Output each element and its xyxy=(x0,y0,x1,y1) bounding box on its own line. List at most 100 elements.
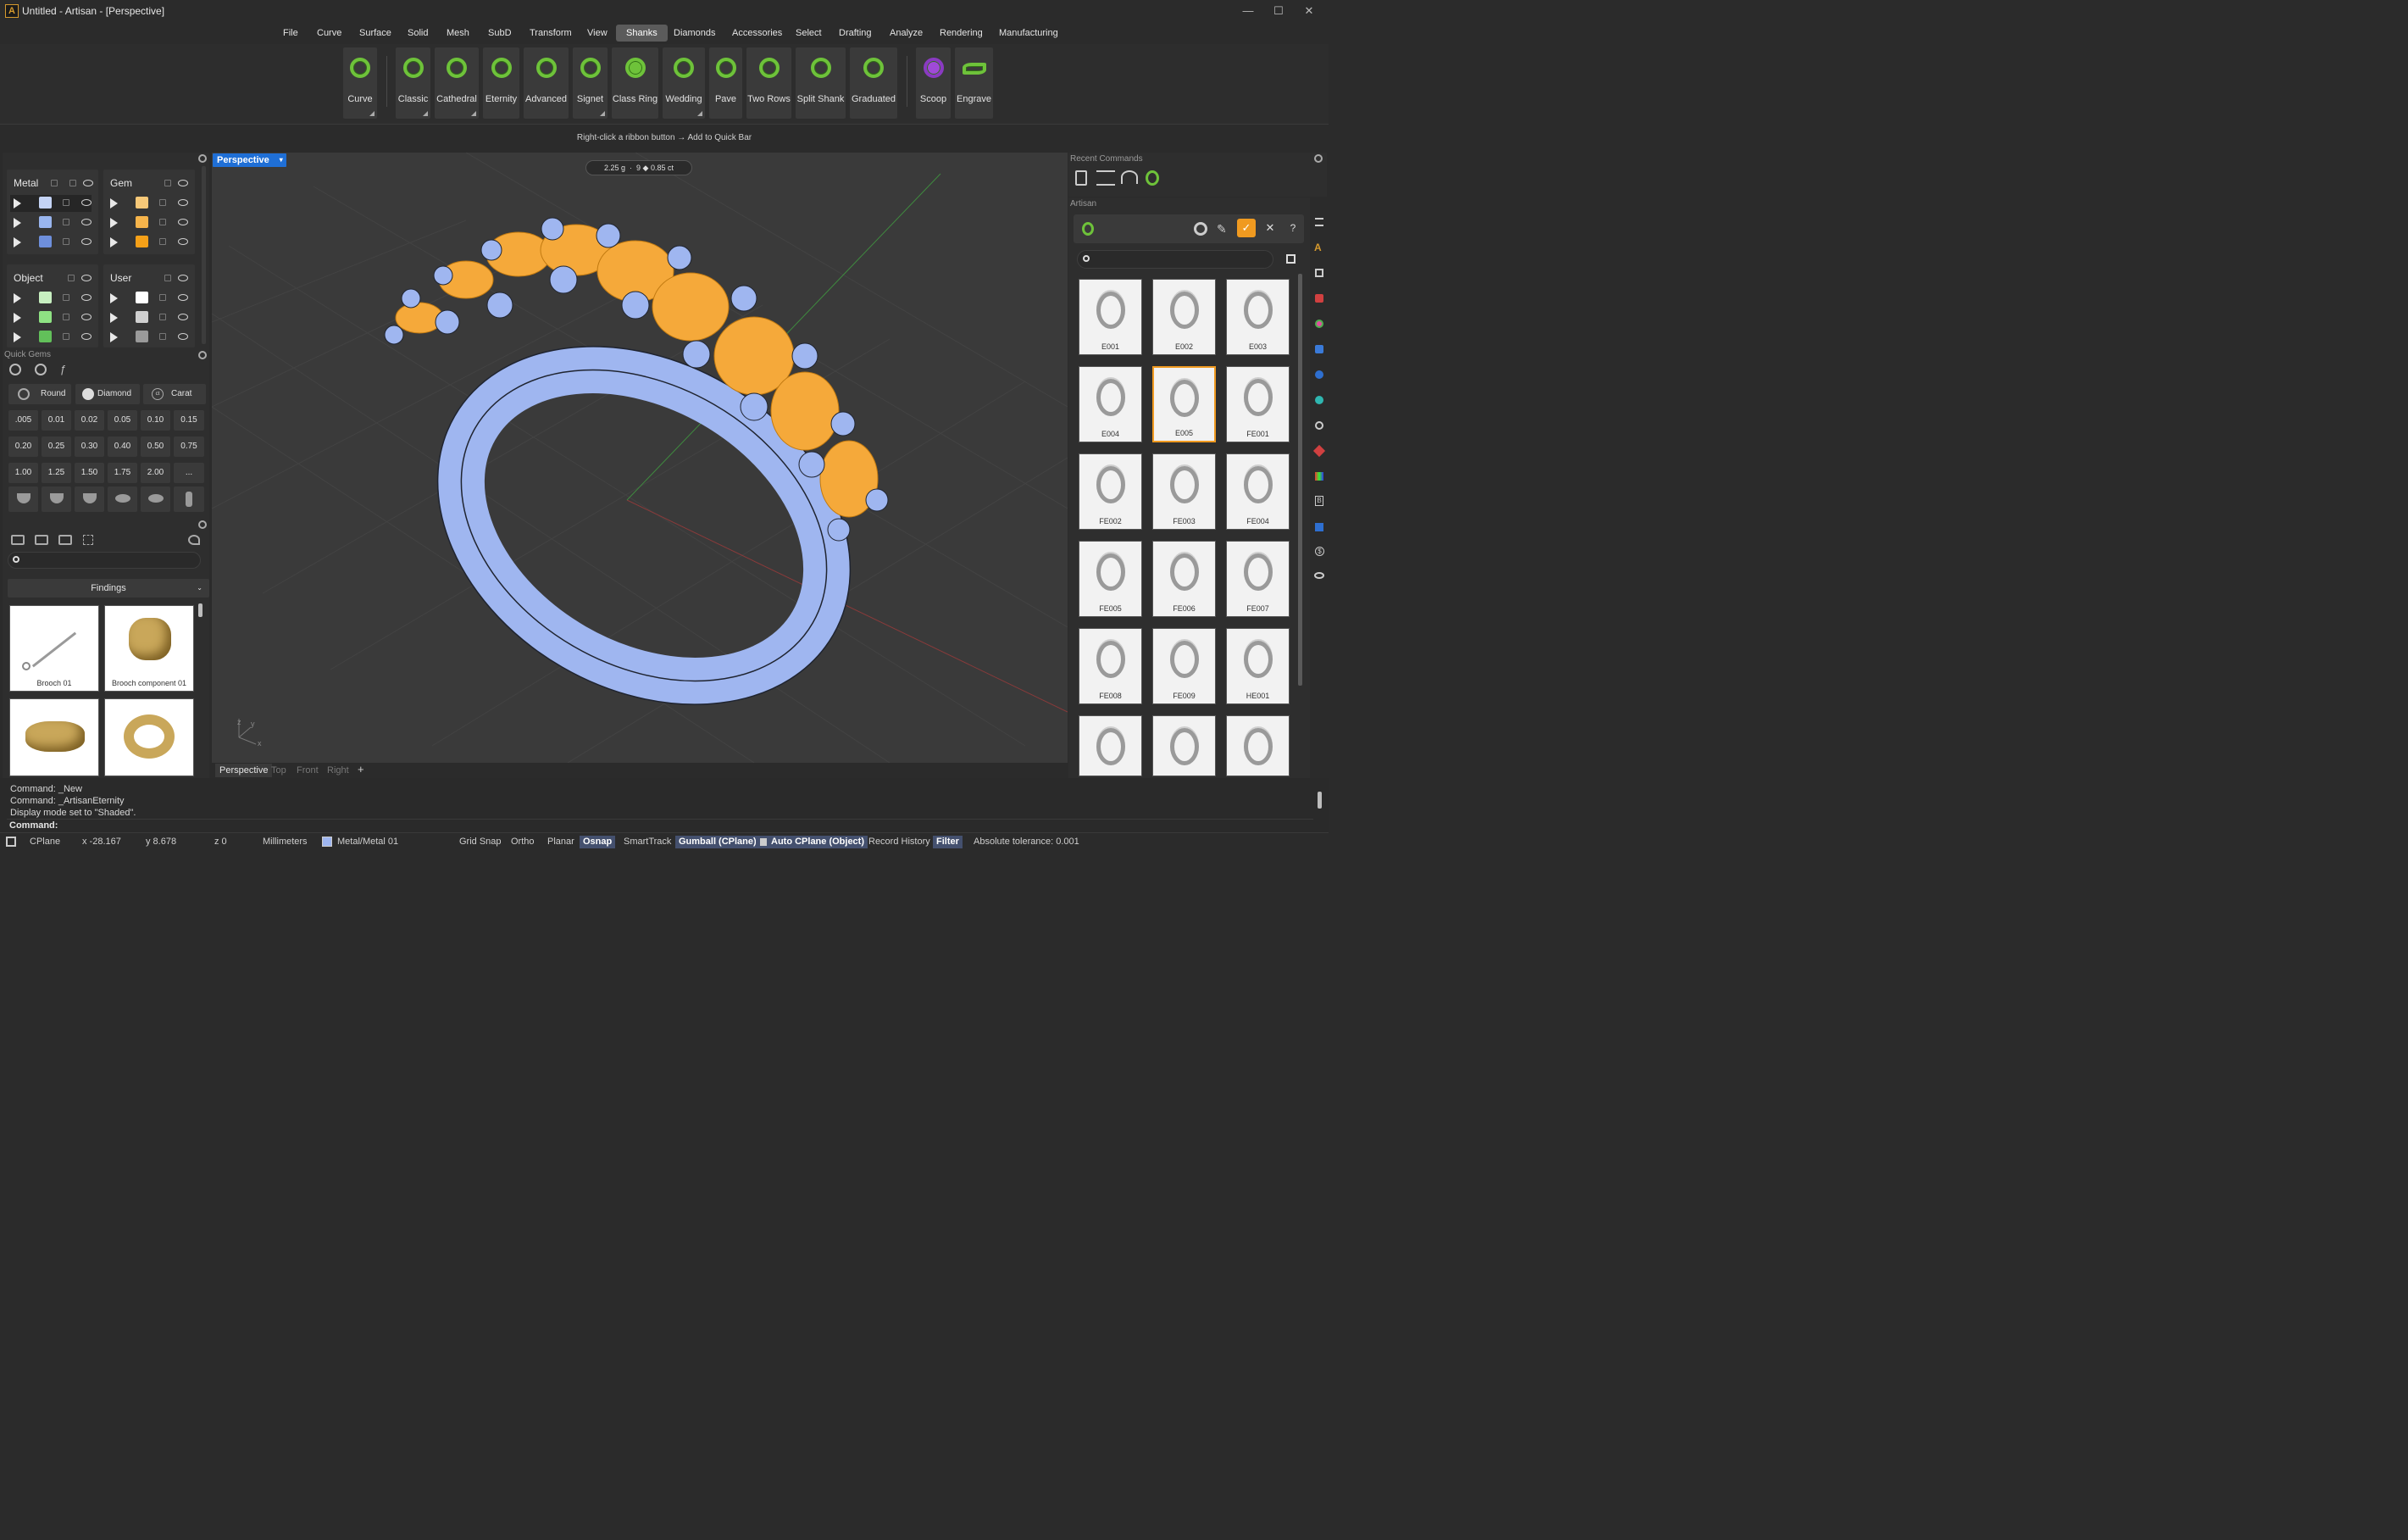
layer-row[interactable] xyxy=(107,234,188,251)
lights-tool-icon[interactable] xyxy=(1312,444,1326,458)
menu-analyze[interactable]: Analyze xyxy=(885,25,928,42)
eye-icon[interactable] xyxy=(81,238,92,245)
filter-toggle[interactable]: Filter xyxy=(933,836,963,848)
layer-color-swatch[interactable] xyxy=(136,292,148,303)
gem-setting-button[interactable] xyxy=(141,486,170,512)
eye-icon[interactable] xyxy=(81,314,92,320)
play-icon[interactable] xyxy=(110,218,118,228)
layer-color-swatch[interactable] xyxy=(136,331,148,342)
menu-transform[interactable]: Transform xyxy=(524,25,577,42)
eye-icon[interactable] xyxy=(178,333,188,340)
eye-icon[interactable] xyxy=(178,219,188,225)
play-icon[interactable] xyxy=(110,293,118,303)
gem-setting-button[interactable] xyxy=(75,486,104,512)
ring-thumbnail[interactable]: E001 xyxy=(1079,279,1142,355)
ring-thumbnail[interactable] xyxy=(1226,715,1290,776)
gem-size-button[interactable]: 0.01 xyxy=(42,410,71,431)
sun-tool-icon[interactable] xyxy=(1315,421,1323,430)
ribbon-pave-button[interactable]: Pave xyxy=(709,47,742,119)
lock-icon[interactable] xyxy=(164,180,171,186)
favorite-folder-icon[interactable] xyxy=(58,535,72,545)
gem-size-button[interactable]: 2.00 xyxy=(141,463,170,483)
gem-size-button[interactable]: 1.25 xyxy=(42,463,71,483)
gem-size-button[interactable]: 0.05 xyxy=(108,410,137,431)
gem-size-button[interactable]: 1.00 xyxy=(8,463,38,483)
gem-size-button[interactable]: 0.15 xyxy=(174,410,204,431)
eye-icon[interactable] xyxy=(178,314,188,320)
ring-thumbnail[interactable]: FE003 xyxy=(1152,453,1216,530)
layer-row[interactable] xyxy=(10,290,92,307)
ribbon-engrave-button[interactable]: Engrave xyxy=(955,47,993,119)
ribbon-two-rows-button[interactable]: Two Rows xyxy=(746,47,791,119)
display-tool-icon[interactable] xyxy=(1315,269,1323,277)
play-icon[interactable] xyxy=(14,313,21,323)
settings-gear-icon[interactable] xyxy=(1194,222,1207,236)
lock-icon[interactable] xyxy=(159,294,166,301)
ring-thumbnail[interactable]: E002 xyxy=(1152,279,1216,355)
menu-mesh[interactable]: Mesh xyxy=(441,25,474,42)
ribbon-scoop-button[interactable]: Scoop xyxy=(916,47,951,119)
menu-surface[interactable]: Surface xyxy=(354,25,397,42)
ring-thumbnail[interactable] xyxy=(1152,715,1216,776)
layer-color-swatch[interactable] xyxy=(136,197,148,208)
finding-thumbnail[interactable] xyxy=(9,698,99,776)
layer-color-swatch[interactable] xyxy=(39,197,52,208)
record-history-toggle[interactable]: Record History xyxy=(865,836,934,848)
lock-icon[interactable] xyxy=(68,275,75,281)
menu-diamonds[interactable]: Diamonds xyxy=(669,25,721,42)
gem-round-tab-icon[interactable] xyxy=(9,364,21,375)
gem-size-button[interactable]: 0.20 xyxy=(8,436,38,457)
eye-icon[interactable] xyxy=(178,294,188,301)
layer-color-swatch[interactable] xyxy=(136,236,148,247)
refresh-icon[interactable] xyxy=(188,535,200,545)
smarttrack-toggle[interactable]: SmartTrack xyxy=(620,836,674,848)
viewport-perspective[interactable]: z y x Perspective ▾ 2.25 g · 9 ◆ 0.85 ct xyxy=(212,153,1068,763)
palette-tool-icon[interactable] xyxy=(1315,472,1323,481)
layer-row[interactable] xyxy=(107,214,188,231)
layer-color-swatch[interactable] xyxy=(136,311,148,323)
ring-thumbnail[interactable]: FE008 xyxy=(1079,628,1142,704)
edit-pencil-icon[interactable]: ✎ xyxy=(1217,222,1230,236)
layer-color-swatch[interactable] xyxy=(39,236,52,247)
materials-tool-icon[interactable] xyxy=(1315,294,1323,303)
scrollbar[interactable] xyxy=(202,166,206,344)
gem-setting-button[interactable] xyxy=(108,486,137,512)
menu-select[interactable]: Select xyxy=(791,25,827,42)
play-icon[interactable] xyxy=(14,237,21,247)
artisan-tool-icon[interactable]: A xyxy=(1314,242,1322,253)
ring-model[interactable] xyxy=(373,217,915,763)
units-label[interactable]: Millimeters xyxy=(259,836,311,848)
lock-icon[interactable] xyxy=(69,180,76,186)
menu-accessories[interactable]: Accessories xyxy=(727,25,787,42)
layer-row[interactable] xyxy=(107,290,188,307)
layer-row[interactable] xyxy=(107,309,188,326)
gem-setting-button[interactable] xyxy=(8,486,38,512)
render-tool-icon[interactable] xyxy=(1315,345,1323,353)
ring-thumbnail[interactable]: HE001 xyxy=(1226,628,1290,704)
eye-icon[interactable] xyxy=(81,219,92,225)
menu-subd[interactable]: SubD xyxy=(483,25,517,42)
grid-view-icon[interactable] xyxy=(83,535,93,545)
play-icon[interactable] xyxy=(110,237,118,247)
artisan-search-input[interactable] xyxy=(1077,250,1273,269)
layer-color-swatch[interactable] xyxy=(39,292,52,303)
lock-icon[interactable] xyxy=(51,180,58,186)
eye-icon[interactable] xyxy=(83,180,93,186)
gem-size-more-button[interactable]: ... xyxy=(174,463,204,483)
ribbon-wedding-button[interactable]: Wedding xyxy=(663,47,705,119)
scrollbar-thumb[interactable] xyxy=(198,603,203,617)
ring-thumbnail[interactable]: FE004 xyxy=(1226,453,1290,530)
ring-thumbnail[interactable]: E003 xyxy=(1226,279,1290,355)
eye-icon[interactable] xyxy=(178,238,188,245)
cancel-button[interactable]: ✕ xyxy=(1261,219,1279,237)
gem-setting-button[interactable] xyxy=(174,486,204,512)
ground-plane-icon[interactable] xyxy=(1315,396,1323,404)
layer-row[interactable] xyxy=(107,195,188,212)
gem[interactable] xyxy=(770,371,840,451)
layer-color-swatch[interactable] xyxy=(39,331,52,342)
ribbon-eternity-button[interactable]: Eternity xyxy=(483,47,519,119)
gem-size-button[interactable]: 1.75 xyxy=(108,463,137,483)
gear-icon[interactable] xyxy=(198,351,207,359)
play-icon[interactable] xyxy=(110,198,118,208)
finding-thumbnail[interactable]: Brooch 01 xyxy=(9,605,99,692)
